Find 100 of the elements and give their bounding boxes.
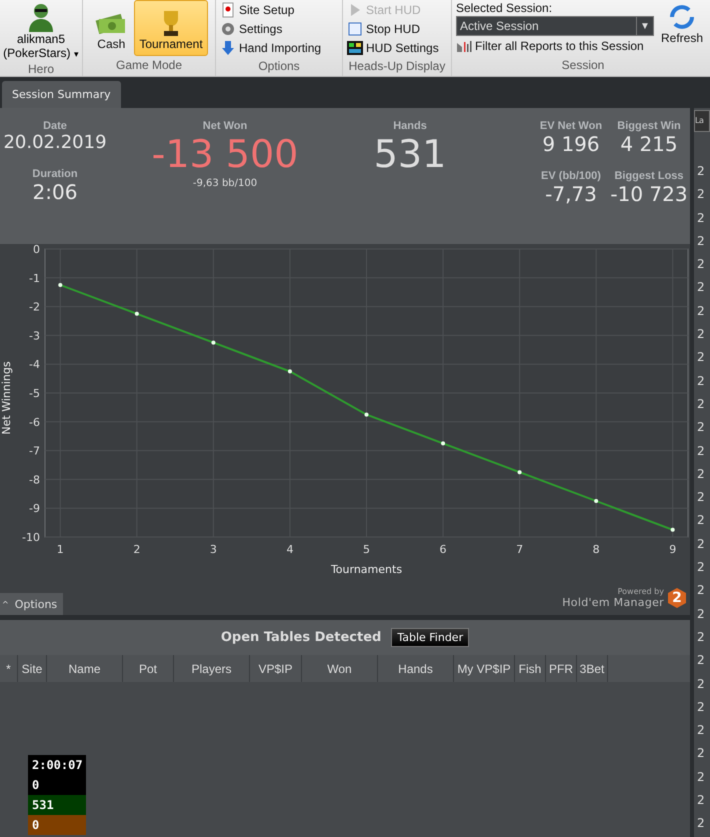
side-row-text: 2 [696,512,706,530]
side-row-text: 2 [696,186,706,204]
side-row-text: 2 [696,326,706,344]
side-row-text: 2 [696,745,706,762]
y-tick-label: -5 [29,387,40,400]
data-point [364,412,368,417]
data-point [594,499,598,503]
hud-button[interactable]: Stop HUD [347,19,439,38]
side-row-text: 2 [696,489,706,506]
hud-stat: 0 [28,815,86,835]
avatar-icon [27,2,55,32]
data-point [211,340,216,345]
group-label: Game Mode [114,57,184,74]
x-tick-label: 8 [592,543,600,556]
side-row-text: 2 [696,349,706,366]
session-select[interactable]: Active Session ▼ [456,16,654,36]
stat-value: 531 [374,132,446,178]
side-row-text: 2 [696,628,706,646]
x-tick-label: 1 [56,543,64,556]
hud-icon [347,40,363,56]
data-point [518,470,522,474]
mode-button[interactable]: Tournament [134,0,208,56]
hud-stat: 0 [28,775,86,795]
brand-name: Hold'em Manager [562,596,664,609]
stat-label: Biggest Loss [614,170,684,182]
option-button[interactable]: Hand Importing [220,38,322,57]
hero-button[interactable]: alikman5 (PokerStars) ▾ [4,0,78,60]
hud-button[interactable]: HUD Settings [347,38,439,57]
y-tick-label: -4 [29,358,40,372]
y-tick-label: -10 [22,531,40,544]
settings-icon [220,20,236,36]
stat-value: 4 215 [620,132,678,156]
y-tick-label: -6 [29,416,40,429]
side-row-text: 2 [696,815,706,832]
hud-stat: 2:00:07 [28,755,86,775]
y-tick-label: -1 [29,272,40,285]
down-arrow-icon [220,40,236,56]
data-point [134,312,139,316]
stat-label: EV Net Won [540,120,602,132]
card-icon [220,2,236,18]
refresh-button[interactable]: Refresh [660,0,704,56]
side-row-text: 2 [696,466,706,483]
session-caption: Selected Session: [456,0,554,16]
stat-value: 20.02.2019 [3,132,107,154]
brand-badge: 2 [668,588,686,608]
mode-button[interactable]: Cash [90,0,132,56]
side-header[interactable]: La [694,110,710,132]
side-row-text: 2 [696,676,706,693]
data-point [58,283,62,287]
hud-stat: 531 [28,795,86,815]
x-tick-label: 9 [669,543,676,556]
data-point [670,528,675,532]
side-row-text: 2 [696,652,706,670]
side-row-text: 2 [696,442,706,460]
x-tick-label: 2 [133,543,140,556]
group-label: Session [560,57,606,74]
side-row-text: 2 [696,536,706,553]
side-row-text: 2 [696,279,706,296]
stat-value: -10 723 [610,182,688,206]
data-point [441,441,446,446]
side-row-text: 2 [696,232,706,250]
filter-button[interactable]: Filter all Reports to this Session [456,36,654,55]
section-title: Open Tables Detected [220,630,382,645]
side-row-text: 2 [696,372,706,390]
y-axis-title: Net Winnings [0,361,13,435]
group-label: Hero [26,61,55,76]
options-button[interactable]: ^ Options [0,593,64,615]
group-label: Heads-Up Display [348,58,446,75]
y-tick-label: -2 [29,300,40,314]
stat-label: Date [43,120,67,132]
stat-value: -7,73 [545,182,597,206]
x-tick-label: 3 [210,543,217,556]
stat-value: -13 500 [152,132,298,178]
x-tick-label: 5 [363,543,370,556]
table-finder-button[interactable]: Table Finder [391,628,470,647]
side-row-text: 2 [696,419,706,436]
stat-label: Net Won [202,120,248,132]
side-row-text: 2 [696,698,706,716]
side-row-text: 2 [696,396,706,413]
side-row-text: 2 [696,256,706,274]
x-tick-label: 7 [516,543,524,556]
stat-label: EV (bb/100) [541,170,601,182]
data-point [288,369,292,374]
y-tick-label: -8 [29,473,40,486]
tab[interactable]: Session Summary [2,81,121,108]
option-button[interactable]: Settings [220,19,322,38]
refresh-icon [668,3,696,31]
square-icon [347,20,363,36]
stat-value: 9 196 [542,132,600,156]
x-axis-title: Tournaments [330,563,402,576]
side-row-text: 2 [696,559,706,576]
option-button[interactable]: Site Setup [220,0,322,19]
side-row-text: 2 [696,606,706,623]
side-row-text: 2 [696,163,706,180]
side-row-text: 2 [696,792,706,810]
x-tick-label: 6 [440,543,447,556]
side-row-text: 2 [696,582,706,600]
side-row-text: 2 [696,722,706,740]
y-tick-label: -9 [29,502,40,516]
stat-label: Hands [393,120,427,132]
